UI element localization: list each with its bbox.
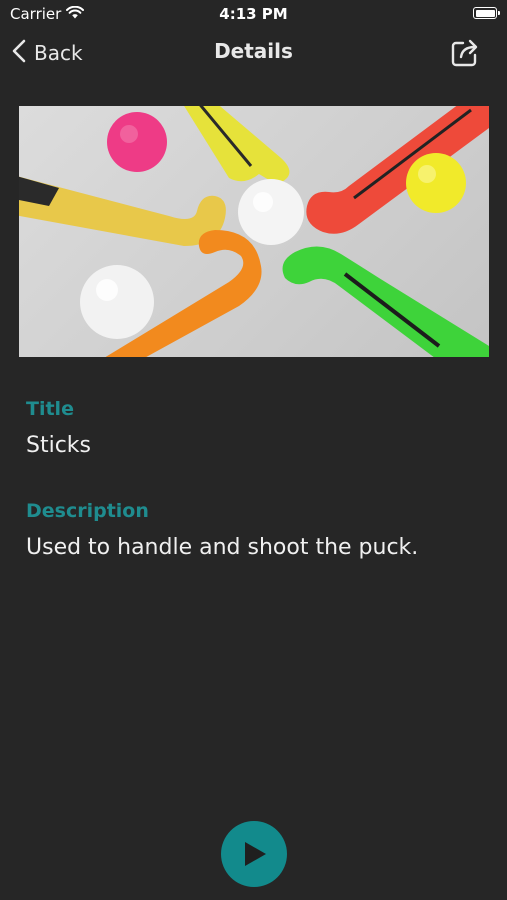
description-label: Description (26, 500, 149, 522)
play-button[interactable] (221, 821, 287, 887)
details-screen: Carrier 4:13 PM Back Details Title Stick… (0, 0, 507, 900)
hockey-sticks-image (19, 106, 489, 357)
share-button[interactable] (449, 37, 481, 69)
title-value: Sticks (26, 433, 92, 458)
navigation-bar: Back Details (0, 28, 507, 78)
page-title: Details (214, 39, 293, 63)
status-time: 4:13 PM (219, 5, 288, 23)
share-icon (449, 39, 481, 73)
title-label: Title (26, 398, 74, 420)
battery-icon (473, 7, 500, 19)
description-value: Used to handle and shoot the puck. (26, 535, 419, 560)
status-bar: Carrier 4:13 PM (0, 0, 507, 28)
play-icon (245, 842, 266, 866)
